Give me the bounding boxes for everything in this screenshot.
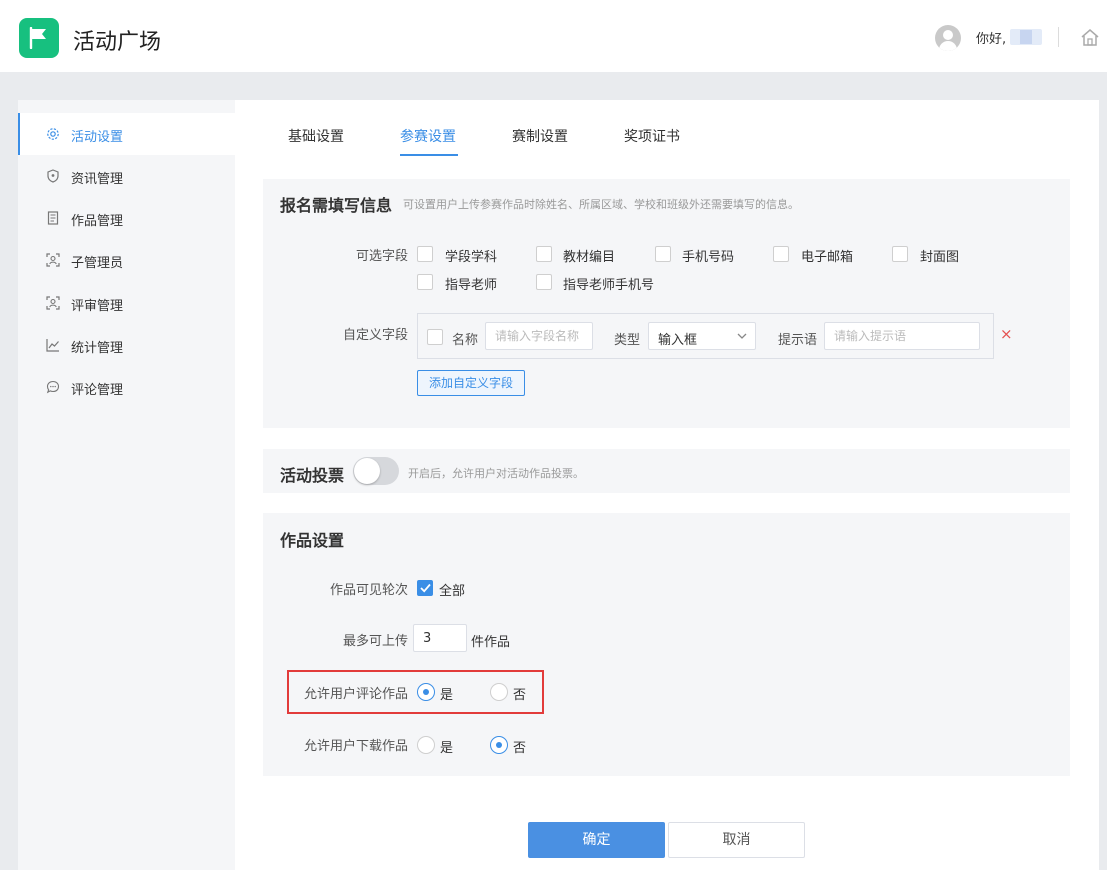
section-title: 作品设置 bbox=[280, 531, 345, 550]
sidebar-item-label: 作品管理 bbox=[71, 214, 124, 229]
avatar[interactable] bbox=[935, 25, 961, 51]
voting-toggle[interactable] bbox=[353, 457, 399, 485]
home-icon[interactable] bbox=[1080, 28, 1100, 50]
flag-logo-icon[interactable] bbox=[19, 18, 59, 58]
checkbox-label: 手机号码 bbox=[682, 250, 735, 265]
voting-section: 活动投票 开启后，允许用户对活动作品投票。 bbox=[263, 449, 1070, 493]
checkbox-cover-image[interactable] bbox=[892, 246, 908, 262]
max-upload-unit: 件作品 bbox=[471, 635, 511, 650]
checkbox-textbook-catalog[interactable] bbox=[536, 246, 552, 262]
check-icon bbox=[420, 583, 431, 593]
checkbox-label: 教材编目 bbox=[563, 250, 616, 265]
shield-icon bbox=[46, 169, 60, 183]
type-label: 类型 bbox=[614, 333, 641, 348]
user-name-redacted bbox=[1010, 29, 1042, 45]
remove-field-close-icon[interactable]: × bbox=[1000, 325, 1013, 343]
allow-download-yes-radio[interactable] bbox=[417, 736, 435, 754]
confirm-button[interactable]: 确定 bbox=[528, 822, 665, 858]
sidebar-item-sub-admins[interactable]: 子管理员 bbox=[18, 239, 235, 281]
user-scan-icon bbox=[46, 253, 60, 267]
allow-download-no-radio[interactable] bbox=[490, 736, 508, 754]
section-title: 报名需填写信息 bbox=[280, 196, 393, 215]
section-title: 活动投票 bbox=[280, 466, 345, 485]
sidebar-item-label: 统计管理 bbox=[71, 341, 124, 356]
gear-icon bbox=[46, 127, 60, 141]
field-name-input[interactable]: 请输入字段名称 bbox=[485, 322, 593, 350]
checkbox-label: 指导老师 bbox=[445, 278, 498, 293]
document-icon bbox=[46, 211, 60, 225]
radio-label: 否 bbox=[513, 741, 527, 756]
add-custom-field-button[interactable]: 添加自定义字段 bbox=[417, 370, 525, 396]
cancel-button[interactable]: 取消 bbox=[668, 822, 805, 858]
sidebar: 活动设置 资讯管理 作品管理 子管理员 评审管理 统计管理 评论管理 bbox=[18, 100, 235, 870]
sidebar-item-label: 子管理员 bbox=[71, 256, 124, 271]
comment-icon bbox=[46, 380, 60, 394]
custom-fields-label: 自定义字段 bbox=[342, 328, 408, 343]
checkbox-phone[interactable] bbox=[655, 246, 671, 262]
works-section: 作品设置 作品可见轮次 全部 最多可上传 3 件作品 允许用户评论作品 是 否 … bbox=[263, 513, 1070, 776]
custom-field-row: 名称 请输入字段名称 类型 输入框 提示语 请输入提示语 bbox=[417, 313, 994, 359]
tab-competition-settings[interactable]: 赛制设置 bbox=[512, 126, 568, 146]
custom-field-checkbox[interactable] bbox=[427, 329, 443, 345]
active-tab-indicator bbox=[400, 154, 458, 156]
sidebar-item-works[interactable]: 作品管理 bbox=[18, 197, 235, 239]
field-type-select[interactable]: 输入框 bbox=[648, 322, 756, 350]
checkbox-instructor[interactable] bbox=[417, 274, 433, 290]
section-hint: 可设置用户上传参赛作品时除姓名、所属区域、学校和班级外还需要填写的信息。 bbox=[403, 198, 799, 211]
chevron-down-icon bbox=[737, 333, 747, 339]
select-value: 输入框 bbox=[658, 333, 698, 348]
user-scan-icon bbox=[46, 296, 60, 310]
optional-fields-label: 可选字段 bbox=[355, 249, 408, 264]
checkbox-label: 指导老师手机号 bbox=[563, 278, 655, 293]
sidebar-item-review[interactable]: 评审管理 bbox=[18, 282, 235, 324]
max-upload-label: 最多可上传 bbox=[342, 634, 408, 649]
checkbox-label: 全部 bbox=[439, 584, 466, 599]
main-panel: 基础设置 参赛设置 赛制设置 奖项证书 报名需填写信息 可设置用户上传参赛作品时… bbox=[235, 100, 1099, 870]
greeting-text: 你好, bbox=[976, 32, 1007, 47]
chart-line-icon bbox=[46, 338, 60, 352]
registration-section: 报名需填写信息 可设置用户上传参赛作品时除姓名、所属区域、学校和班级外还需要填写… bbox=[263, 179, 1070, 428]
sidebar-item-label: 活动设置 bbox=[71, 130, 124, 145]
sidebar-item-statistics[interactable]: 统计管理 bbox=[18, 324, 235, 366]
sidebar-item-activity-settings[interactable]: 活动设置 bbox=[18, 113, 235, 155]
sidebar-item-label: 评论管理 bbox=[71, 383, 124, 398]
checkbox-label: 电子邮箱 bbox=[801, 250, 854, 265]
checkbox-email[interactable] bbox=[773, 246, 789, 262]
visible-rounds-all-checkbox[interactable] bbox=[417, 580, 433, 596]
tab-award-certificates[interactable]: 奖项证书 bbox=[624, 126, 680, 146]
sidebar-item-label: 资讯管理 bbox=[71, 172, 124, 187]
sidebar-item-news[interactable]: 资讯管理 bbox=[18, 155, 235, 197]
name-label: 名称 bbox=[452, 333, 479, 348]
checkbox-label: 封面图 bbox=[920, 250, 960, 265]
app-title: 活动广场 bbox=[73, 30, 162, 55]
checkbox-label: 学段学科 bbox=[445, 250, 498, 265]
sidebar-item-label: 评审管理 bbox=[71, 299, 124, 314]
highlight-annotation-box bbox=[287, 670, 544, 714]
max-upload-input[interactable]: 3 bbox=[413, 624, 467, 652]
allow-download-label: 允许用户下载作品 bbox=[303, 739, 408, 754]
sidebar-item-comments[interactable]: 评论管理 bbox=[18, 366, 235, 408]
hint-label: 提示语 bbox=[778, 333, 818, 348]
top-header: 活动广场 你好, bbox=[0, 0, 1107, 72]
field-hint-input[interactable]: 请输入提示语 bbox=[824, 322, 980, 350]
tab-basic-settings[interactable]: 基础设置 bbox=[288, 126, 344, 146]
radio-label: 是 bbox=[440, 741, 454, 756]
voting-hint: 开启后，允许用户对活动作品投票。 bbox=[408, 467, 584, 480]
checkbox-stage-subject[interactable] bbox=[417, 246, 433, 262]
tab-entry-settings[interactable]: 参赛设置 bbox=[400, 126, 456, 146]
visible-rounds-label: 作品可见轮次 bbox=[329, 583, 408, 598]
checkbox-instructor-phone[interactable] bbox=[536, 274, 552, 290]
header-divider bbox=[1058, 27, 1059, 47]
